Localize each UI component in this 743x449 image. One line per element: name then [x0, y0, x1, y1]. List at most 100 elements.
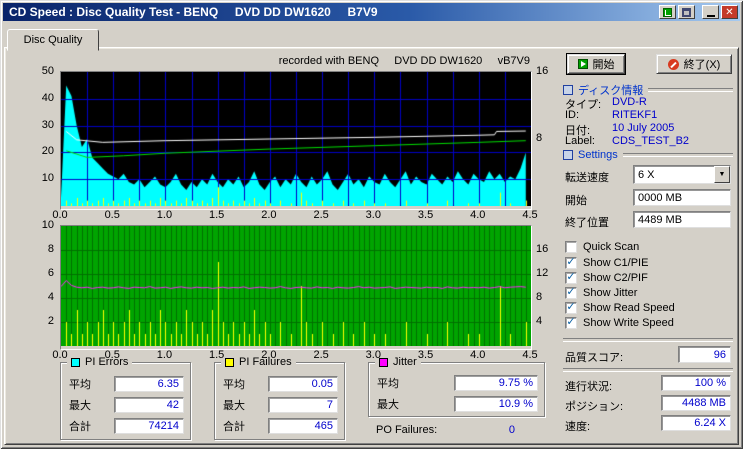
disk-icon	[682, 7, 691, 17]
y2-axis-tick: 8	[536, 132, 543, 144]
start-position-value: 0000 MB	[638, 191, 683, 204]
start-button[interactable]: 開始	[566, 53, 626, 75]
exit-button[interactable]: 終了(X)	[656, 54, 732, 74]
stat-row: 最大 7	[223, 396, 338, 413]
close-button[interactable]: ✕	[721, 5, 738, 19]
checkbox-label: Show C2/PIF	[583, 272, 648, 284]
y-axis-tick: 20	[41, 145, 54, 158]
x-axis-tick: 1.5	[209, 349, 225, 361]
exit-button-label: 終了(X)	[683, 59, 721, 71]
disk-icon-button[interactable]	[678, 5, 695, 19]
stat-label: 平均	[69, 378, 91, 391]
stat-label: 合計	[223, 420, 245, 433]
chart-annotation: recorded with BENQ DVD DD DW1620 vB7V9	[278, 55, 530, 67]
x-axis-tick: 0.0	[52, 349, 68, 361]
end-position-value: 4489 MB	[638, 213, 683, 226]
x-axis-tick: 4.5	[522, 349, 538, 361]
y2-axis-tick: 16	[536, 243, 549, 255]
disc-id-label: ID:	[565, 109, 580, 121]
chevron-down-icon[interactable]: ▼	[714, 166, 730, 183]
progress-label: 進行状況:	[565, 381, 613, 393]
x-axis-tick: 1.0	[156, 209, 173, 221]
separator-line	[563, 338, 733, 342]
stat-row: 最大 10.9 %	[377, 395, 538, 412]
position-value: 4488 MB	[681, 397, 726, 409]
quality-score-label: 品質スコア:	[565, 352, 624, 364]
x-axis-tick: 0.5	[104, 349, 120, 361]
end-position-label: 終了位置	[565, 217, 609, 229]
y2-axis-tick: 12	[536, 267, 549, 279]
checkbox-box: ✓	[565, 256, 577, 269]
scan-speed-value: 6.24 X	[694, 417, 726, 429]
disc-date-value: 10 July 2005	[612, 122, 675, 134]
stat-value: 9.75 %	[454, 374, 538, 391]
stat-value: 6.35	[114, 375, 184, 392]
pif-jitter-canvas	[61, 226, 531, 346]
end-position-field[interactable]: 4489 MB	[633, 211, 731, 228]
x-axis-tick: 0.5	[104, 209, 120, 221]
stat-value: 7	[268, 396, 338, 413]
checkbox-label: Show Read Speed	[583, 302, 675, 314]
pif-jitter-chart	[60, 225, 532, 350]
x-axis-tick: 2.5	[313, 209, 329, 221]
disc-label-label: Label:	[565, 135, 595, 147]
x-axis-tick: 2.0	[261, 209, 277, 221]
quality-score-box: 96	[678, 346, 731, 363]
checkbox-box: ✓	[565, 316, 577, 329]
disc-id-value: RITEKF1	[612, 109, 658, 121]
stat-row: 平均 6.35	[69, 375, 184, 392]
checkbox-show-read-speed[interactable]: ✓ Show Read Speed	[565, 302, 675, 314]
y-axis-tick: 10	[41, 172, 54, 185]
x-axis-tick: 3.0	[365, 209, 381, 221]
minimize-button[interactable]	[702, 5, 719, 19]
checkbox-box: ✓	[565, 241, 577, 253]
settings-section-header: Settings	[563, 149, 733, 161]
stat-label: 平均	[223, 378, 245, 391]
minimize-icon	[706, 14, 715, 17]
checkbox-show-jitter[interactable]: ✓ Show Jitter	[565, 287, 637, 299]
x-axis-tick: 1.0	[156, 349, 173, 361]
checkbox-label: Quick Scan	[583, 241, 640, 253]
speed-select-value: 6 X	[638, 168, 655, 181]
checkbox-quick-scan[interactable]: ✓ Quick Scan	[565, 241, 639, 253]
title-bar[interactable]: CD Speed : Disc Quality Test - BENQ DVD …	[3, 3, 740, 21]
jitter-group: Jitter 平均 9.75 % 最大 10.9 %	[368, 356, 545, 417]
checkbox-show-write-speed[interactable]: ✓ Show Write Speed	[565, 317, 674, 329]
progress-box: 100 %	[661, 375, 731, 391]
y-axis-tick: 8	[47, 243, 54, 255]
x-axis-tick: 4.0	[470, 349, 486, 361]
x-axis-tick: 4.0	[470, 209, 486, 221]
pi-errors-canvas	[61, 72, 531, 206]
chart-icon-button[interactable]	[659, 5, 676, 19]
tab-disc-quality[interactable]: Disc Quality	[7, 29, 99, 51]
x-axis-tick: 4.5	[522, 209, 538, 221]
stat-label: 最大	[69, 399, 91, 412]
x-axis-tick: 2.0	[261, 349, 277, 361]
stat-label: 合計	[69, 420, 91, 433]
separator-line	[648, 88, 733, 92]
stat-row: 平均 0.05	[223, 375, 338, 392]
checkbox-show-c2-pif[interactable]: ✓ Show C2/PIF	[565, 272, 648, 284]
settings-title: Settings	[578, 149, 618, 161]
titlebar-buttons: ✕	[659, 5, 738, 19]
stat-label: 最大	[377, 398, 399, 411]
x-axis-tick: 3.0	[365, 349, 381, 361]
stat-value: 10.9 %	[454, 395, 538, 412]
pi-errors-chart	[60, 71, 532, 210]
x-axis-tick: 2.5	[313, 349, 329, 361]
scan-speed-label: 速度:	[565, 421, 591, 433]
checkbox-show-c1-pie[interactable]: ✓ Show C1/PIE	[565, 257, 648, 269]
stat-value: 465	[268, 417, 338, 434]
scan-speed-box: 6.24 X	[661, 415, 731, 431]
y-axis-tick: 40	[41, 91, 54, 104]
disc-label-value: CDS_TEST_B2	[612, 135, 690, 147]
y-axis-tick: 4	[47, 291, 54, 303]
start-position-field[interactable]: 0000 MB	[633, 189, 731, 206]
start-button-label: 開始	[592, 59, 615, 71]
x-axis-tick: 3.5	[417, 209, 434, 221]
position-box: 4488 MB	[661, 395, 731, 411]
start-icon	[577, 59, 588, 69]
quality-score-value: 96	[713, 348, 726, 361]
speed-select[interactable]: 6 X ▼	[633, 165, 731, 184]
stat-value: 74214	[114, 417, 184, 434]
